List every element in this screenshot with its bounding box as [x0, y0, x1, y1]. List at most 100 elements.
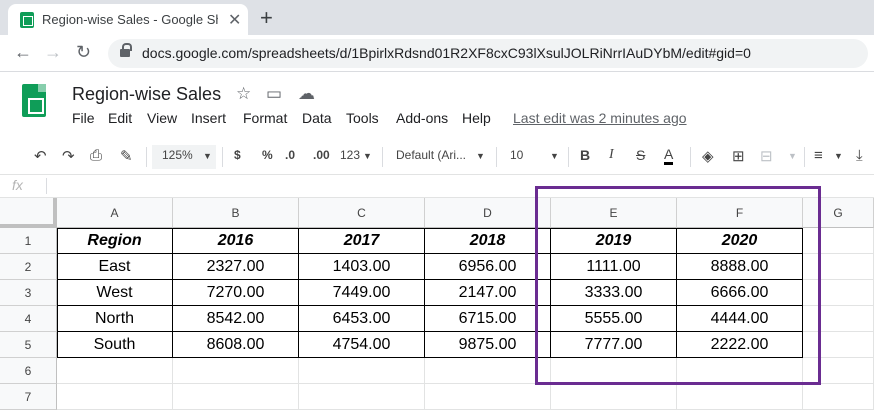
star-icon[interactable]: ☆: [236, 84, 251, 104]
cloud-status-icon[interactable]: ☁: [298, 84, 315, 104]
menu-view[interactable]: View: [147, 110, 177, 126]
row-header-7[interactable]: 7: [0, 384, 57, 410]
more-formats-button[interactable]: 123: [340, 148, 360, 162]
menu-insert[interactable]: Insert: [191, 110, 226, 126]
cell-border: [173, 280, 299, 306]
sheets-favicon-icon: [20, 12, 34, 28]
cell-border: [173, 306, 299, 332]
italic-button[interactable]: I: [609, 147, 614, 163]
close-tab-icon[interactable]: ✕: [228, 10, 241, 30]
address-bar[interactable]: docs.google.com/spreadsheets/d/1BpirlxRd…: [108, 39, 868, 68]
menu-file[interactable]: File: [72, 110, 95, 126]
text-color-button[interactable]: A: [664, 147, 674, 165]
chevron-down-icon[interactable]: ▼: [476, 151, 485, 161]
menu-format[interactable]: Format: [243, 110, 287, 126]
menu-addons[interactable]: Add-ons: [396, 110, 448, 126]
bold-button[interactable]: B: [580, 147, 590, 163]
cell-border: [57, 254, 173, 280]
increase-decimal-button[interactable]: .00: [313, 148, 330, 162]
row-header-4[interactable]: 4: [0, 306, 57, 332]
cell-border: [299, 306, 425, 332]
menu-tools[interactable]: Tools: [346, 110, 379, 126]
vertical-align-icon[interactable]: ⤓: [856, 147, 863, 164]
cell-e7[interactable]: [551, 384, 677, 410]
cell-a6[interactable]: [57, 358, 173, 384]
document-title[interactable]: Region-wise Sales: [72, 84, 221, 105]
menu-data[interactable]: Data: [302, 110, 332, 126]
cell-f7[interactable]: [677, 384, 803, 410]
row-header-5[interactable]: 5: [0, 332, 57, 358]
chevron-down-icon[interactable]: ▼: [834, 151, 843, 161]
sheets-logo-icon[interactable]: [22, 84, 46, 117]
chevron-down-icon[interactable]: ▼: [788, 151, 797, 161]
cell-b7[interactable]: [173, 384, 299, 410]
horizontal-align-icon[interactable]: ≡: [814, 147, 823, 164]
reload-icon[interactable]: ↻: [76, 42, 91, 63]
cell-c7[interactable]: [299, 384, 425, 410]
new-tab-button[interactable]: +: [260, 5, 273, 31]
paint-format-icon[interactable]: ✎: [120, 147, 133, 165]
cell-a7[interactable]: [57, 384, 173, 410]
cell-border: [57, 280, 173, 306]
highlight-annotation-box: [535, 186, 821, 385]
formula-divider: [46, 178, 47, 194]
cell-c6[interactable]: [299, 358, 425, 384]
cell-border: [173, 332, 299, 358]
cell-border: [425, 332, 551, 358]
fill-color-icon[interactable]: ◈: [702, 147, 714, 165]
redo-icon[interactable]: ↷: [62, 147, 75, 165]
print-icon[interactable]: ⎙: [90, 147, 102, 164]
cell-border: [57, 306, 173, 332]
toolbar-divider: [496, 147, 497, 167]
browser-tab-strip: Region-wise Sales - Google Shee ✕ +: [0, 0, 874, 35]
borders-icon[interactable]: ⊞: [732, 147, 745, 165]
font-family-select[interactable]: Default (Ari...: [396, 148, 466, 162]
zoom-value: 125%: [162, 148, 193, 162]
browser-toolbar: ← → ↻ docs.google.com/spreadsheets/d/1Bp…: [0, 35, 874, 72]
currency-format-button[interactable]: $: [234, 148, 241, 162]
last-edit-link[interactable]: Last edit was 2 minutes ago: [513, 110, 687, 126]
move-folder-icon[interactable]: ▭: [266, 84, 282, 104]
row-header-3[interactable]: 3: [0, 280, 57, 306]
strikethrough-button[interactable]: S: [636, 147, 645, 163]
select-all-corner[interactable]: [0, 198, 57, 228]
row-header-2[interactable]: 2: [0, 254, 57, 280]
cell-d7[interactable]: [425, 384, 551, 410]
column-header-a[interactable]: A: [57, 198, 173, 228]
chevron-down-icon[interactable]: ▼: [550, 151, 559, 161]
chevron-down-icon[interactable]: ▼: [203, 151, 212, 161]
lock-icon: [120, 43, 132, 58]
column-header-d[interactable]: D: [425, 198, 551, 228]
cell-border: [299, 254, 425, 280]
cell-border: [173, 254, 299, 280]
cell-border: [299, 280, 425, 306]
tab-title: Region-wise Sales - Google Shee: [42, 12, 218, 27]
cell-border: [173, 228, 299, 254]
toolbar-divider: [568, 147, 569, 167]
merge-cells-icon[interactable]: ⊟: [760, 147, 773, 165]
cell-d6[interactable]: [425, 358, 551, 384]
toolbar-divider: [382, 147, 383, 167]
url-text: docs.google.com/spreadsheets/d/1BpirlxRd…: [142, 45, 751, 61]
toolbar-divider: [146, 147, 147, 167]
cell-border: [299, 332, 425, 358]
fx-icon: fx: [12, 177, 23, 193]
menu-edit[interactable]: Edit: [108, 110, 132, 126]
column-header-c[interactable]: C: [299, 198, 425, 228]
row-header-1[interactable]: 1: [0, 228, 57, 254]
toolbar-divider: [222, 147, 223, 167]
row-header-6[interactable]: 6: [0, 358, 57, 384]
browser-tab[interactable]: Region-wise Sales - Google Shee ✕: [8, 4, 248, 35]
decrease-decimal-button[interactable]: .0: [285, 148, 295, 162]
chevron-down-icon[interactable]: ▼: [363, 151, 372, 161]
column-header-b[interactable]: B: [173, 198, 299, 228]
percent-format-button[interactable]: %: [262, 148, 273, 162]
forward-arrow-icon[interactable]: →: [44, 42, 62, 63]
cell-border: [425, 306, 551, 332]
cell-b6[interactable]: [173, 358, 299, 384]
cell-g7[interactable]: [803, 384, 874, 410]
undo-icon[interactable]: ↶: [34, 147, 47, 165]
menu-help[interactable]: Help: [462, 110, 491, 126]
font-size-select[interactable]: 10: [510, 148, 523, 162]
back-arrow-icon[interactable]: ←: [14, 42, 32, 63]
